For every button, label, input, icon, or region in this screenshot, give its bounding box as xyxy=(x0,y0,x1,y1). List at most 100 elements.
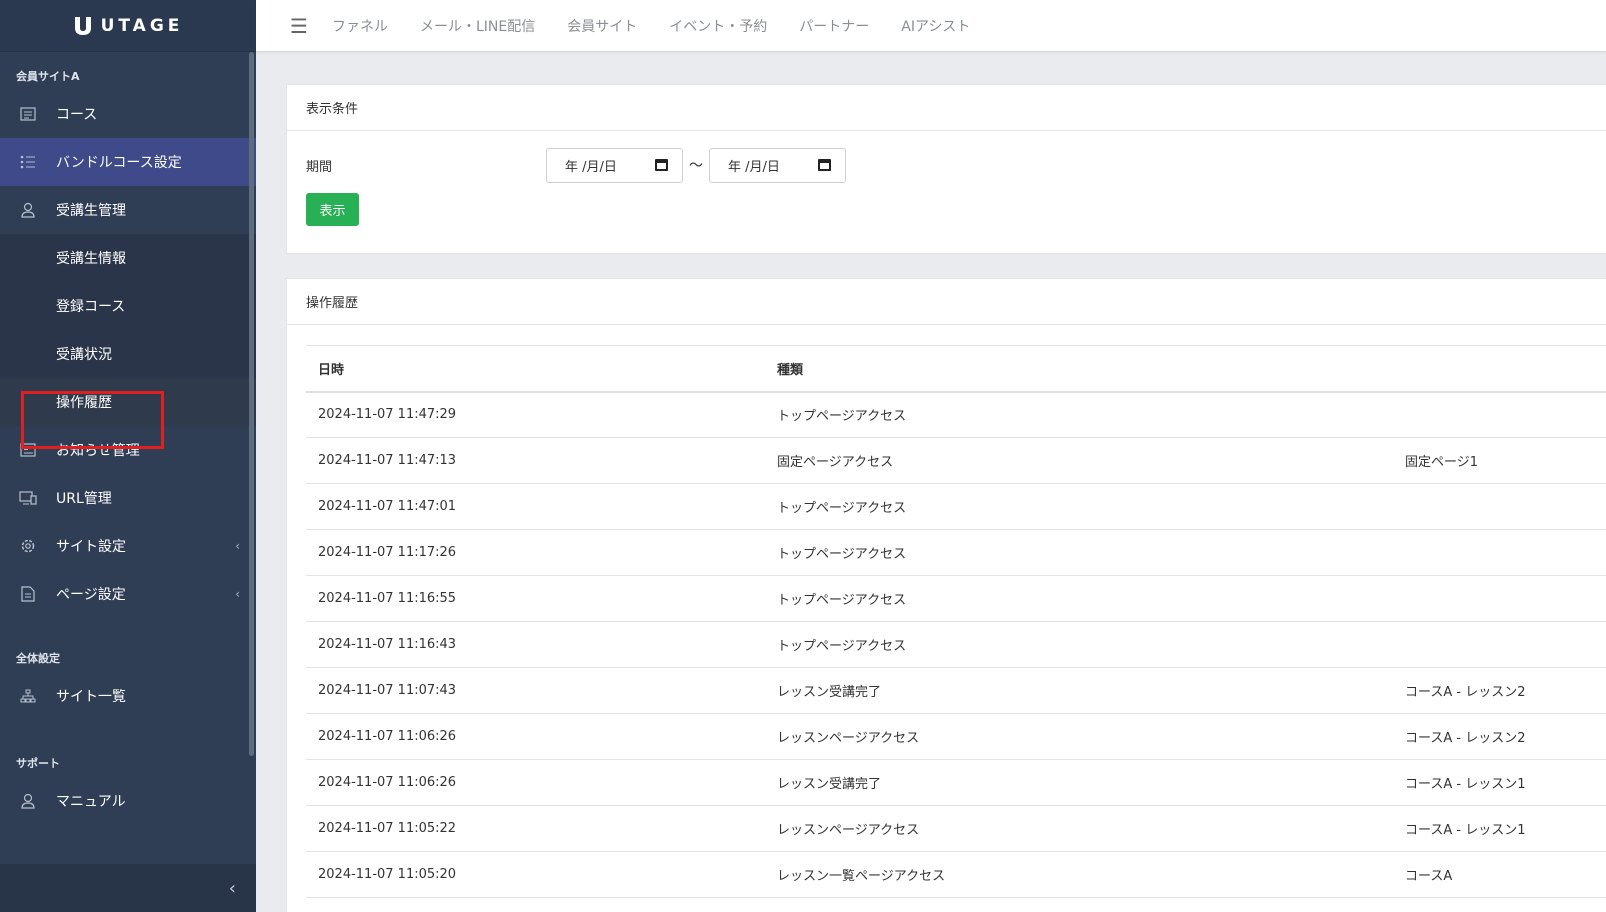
cell-datetime: 2024-11-07 11:47:29 xyxy=(306,391,765,438)
sidebar-item-url[interactable]: URL管理 xyxy=(0,474,256,522)
calendar-icon[interactable] xyxy=(655,159,668,171)
history-card-title: 操作履歴 xyxy=(287,279,1606,325)
filter-card-title: 表示条件 xyxy=(287,85,1606,131)
table-row: 2024-11-07 11:05:22 レッスンページアクセス コースA - レッス… xyxy=(306,805,1606,852)
sidebar-item-label: 受講状況 xyxy=(56,347,112,363)
date-placeholder: 年 /月/日 xyxy=(728,159,780,175)
sidebar-item-bundle-course[interactable]: バンドルコース設定 xyxy=(0,138,256,186)
cell-datetime: 2024-11-07 11:05:22 xyxy=(306,805,765,852)
table-row: 2024-11-07 11:47:01 トップページアクセス xyxy=(306,483,1606,530)
cell-datetime: 2024-11-07 11:06:26 xyxy=(306,713,765,760)
nav-link-ai-assist[interactable]: AIアシスト xyxy=(901,16,970,36)
sidebar-item-label: コース xyxy=(56,107,98,123)
cell-type: レッスンページアクセス xyxy=(765,713,1393,760)
sidebar-item-label: 受講生情報 xyxy=(56,251,126,267)
start-date-input[interactable]: 年 /月/日 xyxy=(546,147,683,183)
cell-detail: コースA - レッスン1 xyxy=(1393,805,1606,852)
column-header-datetime[interactable]: 日時 xyxy=(306,345,765,393)
column-header-type[interactable]: 種類 xyxy=(765,345,1393,393)
sidebar-item-label: 操作履歴 xyxy=(56,395,112,411)
bullet-list-icon xyxy=(18,152,38,172)
nav-link-partner[interactable]: パートナー xyxy=(799,16,869,36)
newspaper-icon xyxy=(18,440,38,460)
sidebar-item-page-settings[interactable]: ページ設定 ‹ xyxy=(0,570,256,618)
sidebar: UTAGE 会員サイトA コース バンドルコース設定 受講生管理 受講生情報 登… xyxy=(0,0,256,912)
section-title-global: 全体設定 xyxy=(16,652,60,665)
period-label: 期間 xyxy=(306,159,333,175)
sidebar-item-label: URL管理 xyxy=(56,491,112,507)
table-row: 2024-11-07 11:06:26 レッスン受講完了 コースA - レッスン1 xyxy=(306,759,1606,806)
cell-detail: コースA - レッスン2 xyxy=(1393,713,1606,760)
cell-detail xyxy=(1393,575,1606,622)
section-title-support: サポート xyxy=(16,757,60,770)
sidebar-item-news[interactable]: お知らせ管理 xyxy=(0,426,256,474)
cell-datetime: 2024-11-07 11:47:01 xyxy=(306,483,765,530)
end-date-input[interactable]: 年 /月/日 xyxy=(709,147,846,183)
sidebar-item-study-status[interactable]: 受講状況 xyxy=(0,330,256,378)
nav-link-member-site[interactable]: 会員サイト xyxy=(567,16,637,36)
nav-link-event[interactable]: イベント・予約 xyxy=(669,16,767,36)
cell-type: トップページアクセス xyxy=(765,529,1393,576)
cell-type: レッスン受講完了 xyxy=(765,759,1393,806)
logo[interactable]: UTAGE xyxy=(0,0,256,52)
sidebar-item-manual[interactable]: マニュアル xyxy=(0,777,256,825)
table-row: 2024-11-07 11:47:13 固定ページアクセス 固定ページ1 xyxy=(306,437,1606,484)
sidebar-collapse-button[interactable]: ‹ xyxy=(0,864,256,912)
sidebar-item-site-settings[interactable]: サイト設定 ‹ xyxy=(0,522,256,570)
sidebar-item-student-management[interactable]: 受講生管理 xyxy=(0,186,256,234)
cell-detail xyxy=(1393,529,1606,576)
cell-detail xyxy=(1393,391,1606,438)
history-table-body: 2024-11-07 11:47:29 トップページアクセス 2024-11-07 … xyxy=(306,391,1606,898)
cell-datetime: 2024-11-07 11:17:26 xyxy=(306,529,765,576)
cell-type: レッスン一覧ページアクセス xyxy=(765,851,1393,898)
brand-name: UTAGE xyxy=(100,15,184,36)
page-icon xyxy=(18,584,38,604)
sidebar-item-course[interactable]: コース xyxy=(0,90,256,138)
sidebar-item-label: サイト設定 xyxy=(56,539,126,555)
cell-detail xyxy=(1393,483,1606,530)
sidebar-item-label: 登録コース xyxy=(56,299,126,315)
nav-link-mail-line[interactable]: メール・LINE配信 xyxy=(420,16,535,36)
table-row: 2024-11-07 11:07:43 レッスン受講完了 コースA - レッスン2 xyxy=(306,667,1606,714)
sidebar-item-label: バンドルコース設定 xyxy=(56,155,182,171)
user-icon xyxy=(18,200,38,220)
section-title-site-a: 会員サイトA xyxy=(16,70,80,83)
sidebar-item-operation-history[interactable]: 操作履歴 xyxy=(0,378,256,426)
menu-icon[interactable]: ☰ xyxy=(290,14,310,38)
cell-detail: 固定ページ1 xyxy=(1393,437,1606,484)
calendar-icon[interactable] xyxy=(818,159,831,171)
cell-type: 固定ページアクセス xyxy=(765,437,1393,484)
cell-datetime: 2024-11-07 11:47:13 xyxy=(306,437,765,484)
cell-detail xyxy=(1393,621,1606,668)
filter-card: 表示条件 期間 年 /月/日 ～ 年 /月/日 表示 xyxy=(286,84,1606,254)
cell-type: レッスンページアクセス xyxy=(765,805,1393,852)
sidebar-item-label: お知らせ管理 xyxy=(56,443,140,459)
sidebar-item-label: ページ設定 xyxy=(56,587,126,603)
table-row: 2024-11-07 11:05:20 レッスン一覧ページアクセス コースA xyxy=(306,851,1606,898)
history-table: 日時 種類 2024-11-07 11:47:29 トップページアクセス 2024-… xyxy=(306,345,1606,898)
date-range-separator: ～ xyxy=(689,158,703,174)
sidebar-item-label: 受講生管理 xyxy=(56,203,126,219)
sidebar-item-registered-course[interactable]: 登録コース xyxy=(0,282,256,330)
period-filter-row: 期間 年 /月/日 ～ 年 /月/日 xyxy=(287,140,1606,190)
cell-type: トップページアクセス xyxy=(765,391,1393,438)
user-icon xyxy=(18,791,38,811)
sidebar-item-student-info[interactable]: 受講生情報 xyxy=(0,234,256,282)
sidebar-item-label: マニュアル xyxy=(56,794,126,810)
cell-datetime: 2024-11-07 11:05:20 xyxy=(306,851,765,898)
table-row: 2024-11-07 11:17:26 トップページアクセス xyxy=(306,529,1606,576)
cell-datetime: 2024-11-07 11:06:26 xyxy=(306,759,765,806)
cell-datetime: 2024-11-07 11:16:43 xyxy=(306,621,765,668)
sidebar-nav: 会員サイトA コース バンドルコース設定 受講生管理 受講生情報 登録コース 受… xyxy=(0,52,256,864)
table-row: 2024-11-07 11:16:55 トップページアクセス xyxy=(306,575,1606,622)
show-button[interactable]: 表示 xyxy=(306,193,359,226)
cell-detail: コースA xyxy=(1393,851,1606,898)
gear-icon xyxy=(18,536,38,556)
sidebar-scrollbar[interactable] xyxy=(249,52,254,756)
chevron-left-icon: ‹ xyxy=(235,539,240,553)
sidebar-item-site-list[interactable]: サイト一覧 xyxy=(0,672,256,720)
cell-type: トップページアクセス xyxy=(765,483,1393,530)
nav-link-funnel[interactable]: ファネル xyxy=(332,16,388,36)
cell-type: トップページアクセス xyxy=(765,575,1393,622)
list-doc-icon xyxy=(18,104,38,124)
